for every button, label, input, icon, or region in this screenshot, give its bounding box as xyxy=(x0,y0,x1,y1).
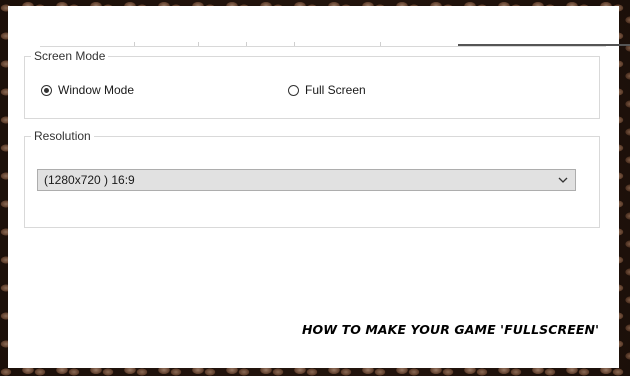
active-tab-indicator[interactable] xyxy=(458,44,630,46)
radio-checked-icon[interactable] xyxy=(41,84,52,96)
full-screen-radio[interactable]: Full Screen xyxy=(288,83,366,97)
resolution-selected-value: (1280x720 ) 16:9 xyxy=(44,173,135,187)
resolution-dropdown[interactable]: (1280x720 ) 16:9 xyxy=(37,169,576,191)
tab-divider xyxy=(198,42,199,46)
full-screen-label: Full Screen xyxy=(305,83,366,97)
screen-mode-group: Screen Mode Window Mode Full Screen xyxy=(24,49,600,119)
window-mode-label: Window Mode xyxy=(58,83,135,97)
settings-panel: Screen Mode Window Mode Full Screen Reso… xyxy=(8,6,630,368)
window-mode-radio[interactable]: Window Mode xyxy=(41,83,134,97)
radio-unchecked-icon[interactable] xyxy=(288,84,299,96)
video-caption: HOW TO MAKE YOUR GAME 'FULLSCREEN' xyxy=(301,322,599,337)
tab-divider xyxy=(380,42,381,46)
chevron-down-icon[interactable] xyxy=(557,174,569,186)
tab-divider xyxy=(134,42,135,46)
tab-strip xyxy=(40,6,630,47)
tab-divider xyxy=(294,42,295,46)
resolution-group: Resolution (1280x720 ) 16:9 xyxy=(24,129,600,228)
tab-divider xyxy=(246,42,247,46)
screen-mode-legend: Screen Mode xyxy=(31,49,109,63)
resolution-legend: Resolution xyxy=(31,129,94,143)
